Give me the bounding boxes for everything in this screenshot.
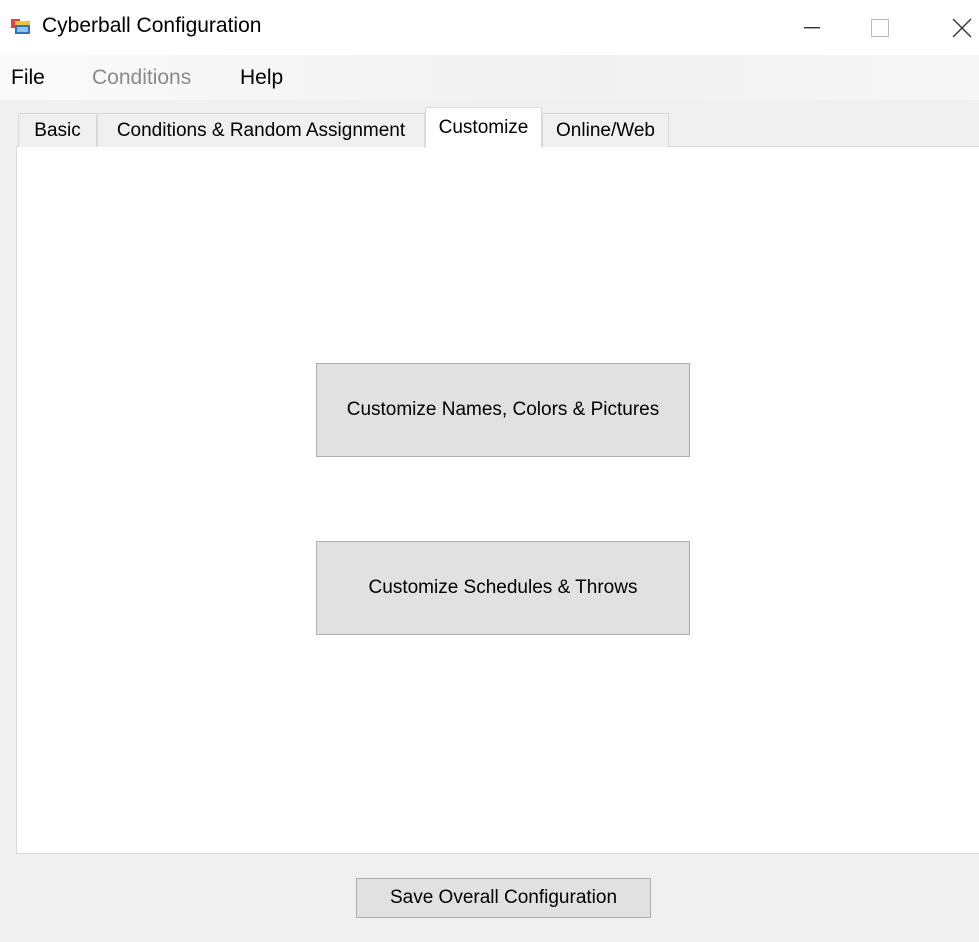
title-bar: Cyberball Configuration: [0, 0, 979, 55]
customize-tab-panel: [16, 146, 979, 854]
minimize-button[interactable]: [783, 0, 841, 55]
customize-names-colors-pictures-button[interactable]: Customize Names, Colors & Pictures: [316, 363, 690, 457]
menu-conditions[interactable]: Conditions: [92, 66, 191, 90]
close-icon: [952, 18, 972, 37]
minimize-icon: [804, 26, 820, 28]
maximize-icon: [871, 18, 889, 37]
tab-online-web[interactable]: Online/Web: [542, 113, 669, 147]
save-overall-configuration-button[interactable]: Save Overall Configuration: [356, 878, 651, 918]
tab-basic[interactable]: Basic: [18, 113, 97, 147]
window-title: Cyberball Configuration: [42, 14, 262, 37]
tab-conditions-random-assignment[interactable]: Conditions & Random Assignment: [97, 113, 425, 147]
close-button[interactable]: [933, 0, 979, 55]
menu-help[interactable]: Help: [240, 66, 283, 90]
customize-schedules-throws-button[interactable]: Customize Schedules & Throws: [316, 541, 690, 635]
app-icon: [11, 19, 30, 34]
tab-customize[interactable]: Customize: [425, 107, 542, 148]
menu-bar: File Conditions Help: [0, 55, 979, 100]
menu-file[interactable]: File: [11, 66, 45, 90]
maximize-button[interactable]: [851, 0, 909, 55]
